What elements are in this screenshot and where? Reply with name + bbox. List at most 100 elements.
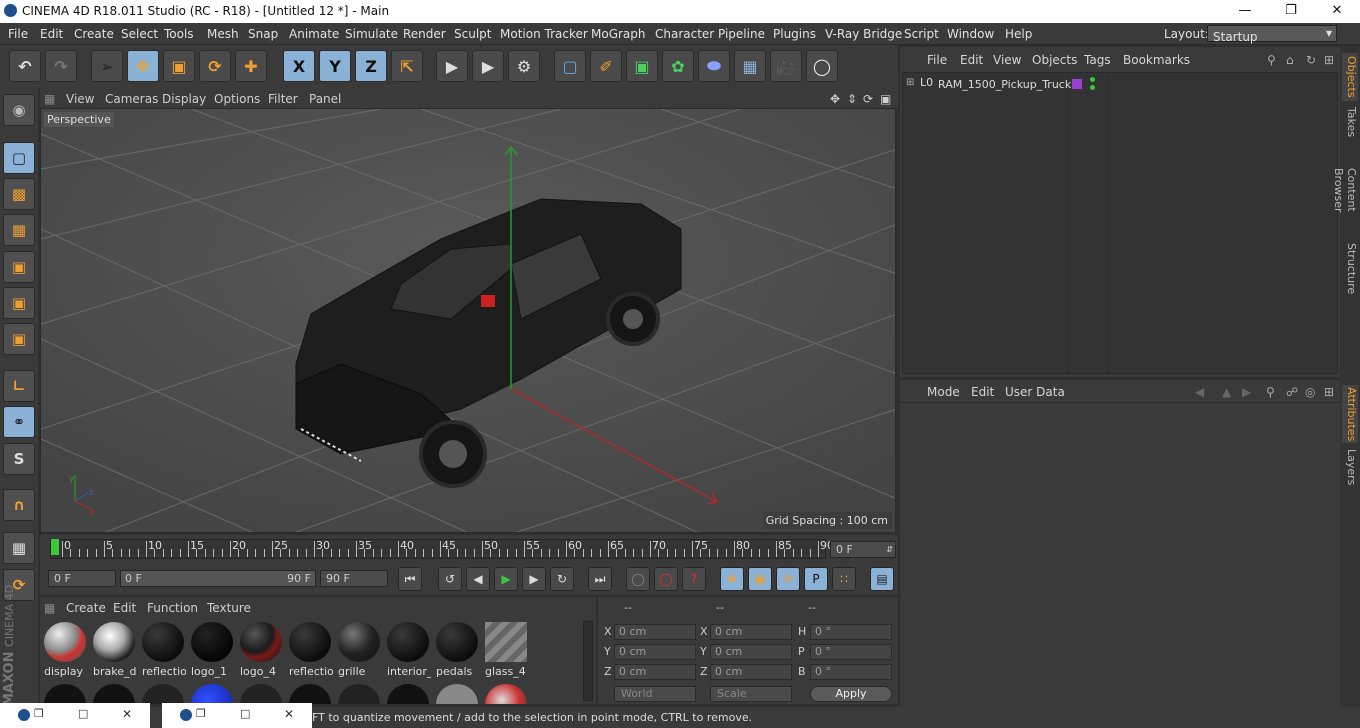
viewport-menu-cameras[interactable]: Cameras xyxy=(105,92,158,106)
minimize-icon[interactable]: — xyxy=(1222,0,1268,23)
floor-button[interactable]: ▦ xyxy=(734,50,766,82)
timeline-button[interactable]: ▤ xyxy=(870,567,894,591)
play-button[interactable]: ▶ xyxy=(494,567,518,591)
layout-select[interactable]: Startup ▾ xyxy=(1207,25,1337,44)
pos-y-field[interactable]: 0 cm xyxy=(614,644,696,660)
texture-mode-button[interactable]: ▩ xyxy=(3,178,35,210)
tab-objects[interactable]: Objects xyxy=(1342,53,1358,101)
material-interior[interactable]: interior_ xyxy=(385,620,431,678)
mat-menu-texture[interactable]: Texture xyxy=(207,601,251,615)
mat-menu-edit[interactable]: Edit xyxy=(113,601,136,615)
zoom-view-icon[interactable]: ⇕ xyxy=(847,92,857,106)
menu-render[interactable]: Render xyxy=(403,27,446,41)
restore-icon[interactable]: ❐ xyxy=(196,707,206,720)
menu-file[interactable]: File xyxy=(8,27,28,41)
menu-create[interactable]: Create xyxy=(74,27,114,41)
maximize-view-icon[interactable]: ▣ xyxy=(880,92,891,106)
autokeying-button[interactable]: ◯ xyxy=(654,567,678,591)
arrow-left-icon[interactable]: ◀ xyxy=(1195,385,1204,399)
viewport-menu-panel[interactable]: Panel xyxy=(309,92,341,106)
close-icon[interactable]: ✕ xyxy=(1314,0,1360,23)
go-to-start-button[interactable]: ⏮ xyxy=(398,567,422,591)
material-preview[interactable] xyxy=(240,684,282,704)
menu-animate[interactable]: Animate xyxy=(289,27,339,41)
camera-label[interactable]: Perspective xyxy=(44,112,114,127)
make-editable-button[interactable]: ◉ xyxy=(3,94,35,126)
material-brake[interactable]: brake_d xyxy=(91,620,136,678)
menu-character[interactable]: Character xyxy=(655,27,714,41)
layer-color-swatch[interactable] xyxy=(1072,79,1082,89)
key-parameter-button[interactable]: P xyxy=(804,567,828,591)
tweak-mode-button[interactable]: ⚭ xyxy=(3,406,35,438)
polygons-mode-button[interactable]: ▣ xyxy=(3,323,35,355)
mat-menu-function[interactable]: Function xyxy=(147,601,198,615)
move-tool-button[interactable]: ✥ xyxy=(127,50,159,82)
rotate-tool-button[interactable]: ⟳ xyxy=(199,50,231,82)
pos-z-field[interactable]: 0 cm xyxy=(614,664,696,680)
snap-button[interactable]: ∩ xyxy=(3,489,35,521)
previous-frame-button[interactable]: ◀ xyxy=(466,567,490,591)
menu-tools[interactable]: Tools xyxy=(164,27,194,41)
redo-button[interactable]: ↷ xyxy=(45,50,77,82)
restore-icon[interactable]: ❐ xyxy=(34,707,44,720)
maximize-icon[interactable]: □ xyxy=(78,707,88,720)
size-z-field[interactable]: 0 cm xyxy=(710,664,792,680)
menu-motion-tracker[interactable]: Motion Tracker xyxy=(500,27,588,41)
material-grille[interactable]: grille xyxy=(336,620,380,678)
expand-icon[interactable]: ⊞ xyxy=(906,77,914,88)
menu-sculpt[interactable]: Sculpt xyxy=(454,27,491,41)
obj-menu-bookmarks[interactable]: Bookmarks xyxy=(1123,53,1190,67)
y-axis-button[interactable]: Y xyxy=(319,50,351,82)
menu-mograph[interactable]: MoGraph xyxy=(591,27,646,41)
scale-tool-button[interactable]: ▣ xyxy=(163,50,195,82)
search-icon[interactable]: ⚲ xyxy=(1267,53,1276,67)
coordinate-system-button[interactable]: ⇱ xyxy=(391,50,423,82)
move-view-icon[interactable]: ✥ xyxy=(830,92,840,106)
viewport-menu-view[interactable]: View xyxy=(66,92,94,106)
workplane-button[interactable]: ▦ xyxy=(3,214,35,246)
model-mode-button[interactable]: ▢ xyxy=(3,142,35,174)
menu-simulate[interactable]: Simulate xyxy=(345,27,398,41)
apply-button[interactable]: Apply xyxy=(810,686,892,702)
size-mode-select[interactable]: Scale xyxy=(710,686,792,702)
minimized-window[interactable]: ❐ □ ✕ xyxy=(162,703,312,728)
pos-x-field[interactable]: 0 cm xyxy=(614,624,696,640)
key-scale-button[interactable]: ▣ xyxy=(748,567,772,591)
key-rotation-button[interactable]: ⟳ xyxy=(776,567,800,591)
close-icon[interactable]: ✕ xyxy=(122,707,132,721)
material-logo-4[interactable]: logo_4 xyxy=(238,620,282,678)
new-panel-icon[interactable]: ⊞ xyxy=(1324,53,1334,67)
menu-window[interactable]: Window xyxy=(947,27,994,41)
solo-button[interactable]: S xyxy=(3,443,35,475)
light-button[interactable]: ◯ xyxy=(806,50,838,82)
minimized-window[interactable]: ❐ □ ✕ xyxy=(0,703,150,728)
obj-menu-file[interactable]: File xyxy=(927,53,947,67)
material-pedals[interactable]: pedals xyxy=(434,620,478,678)
viewport-menu-filter[interactable]: Filter xyxy=(268,92,298,106)
maximize-icon[interactable]: □ xyxy=(240,707,250,720)
material-reflection-2[interactable]: reflectio xyxy=(287,620,333,678)
end-frame-field[interactable]: 90 F xyxy=(320,570,388,587)
obj-menu-view[interactable]: View xyxy=(993,53,1021,67)
attr-menu-edit[interactable]: Edit xyxy=(971,385,994,399)
3d-viewport[interactable]: y z x Perspective Grid Spacing : 100 cm xyxy=(40,108,896,533)
material-preview[interactable] xyxy=(338,684,380,704)
deformer-button[interactable]: ⬬ xyxy=(698,50,730,82)
render-settings-button[interactable]: ⚙ xyxy=(508,50,540,82)
key-pla-button[interactable]: ∷ xyxy=(832,567,856,591)
search-icon[interactable]: ⚲ xyxy=(1266,385,1275,399)
material-glass-4[interactable]: glass_4 xyxy=(483,620,527,678)
lock-icon[interactable]: ☍ xyxy=(1286,385,1298,399)
material-preview[interactable] xyxy=(387,684,429,704)
menu-select[interactable]: Select xyxy=(121,27,158,41)
size-x-field[interactable]: 0 cm xyxy=(710,624,792,640)
current-frame-field[interactable]: 0 F ⇵ xyxy=(830,541,896,558)
size-y-field[interactable]: 0 cm xyxy=(710,644,792,660)
menu-pipeline[interactable]: Pipeline xyxy=(718,27,765,41)
new-panel-icon[interactable]: ⊞ xyxy=(1324,385,1334,399)
back-icon[interactable]: ↻ xyxy=(1306,53,1316,67)
tab-structure[interactable]: Structure xyxy=(1342,243,1358,295)
start-frame-field[interactable]: 0 F xyxy=(48,570,116,587)
cube-primitive-button[interactable]: ▢ xyxy=(554,50,586,82)
z-axis-button[interactable]: Z xyxy=(355,50,387,82)
